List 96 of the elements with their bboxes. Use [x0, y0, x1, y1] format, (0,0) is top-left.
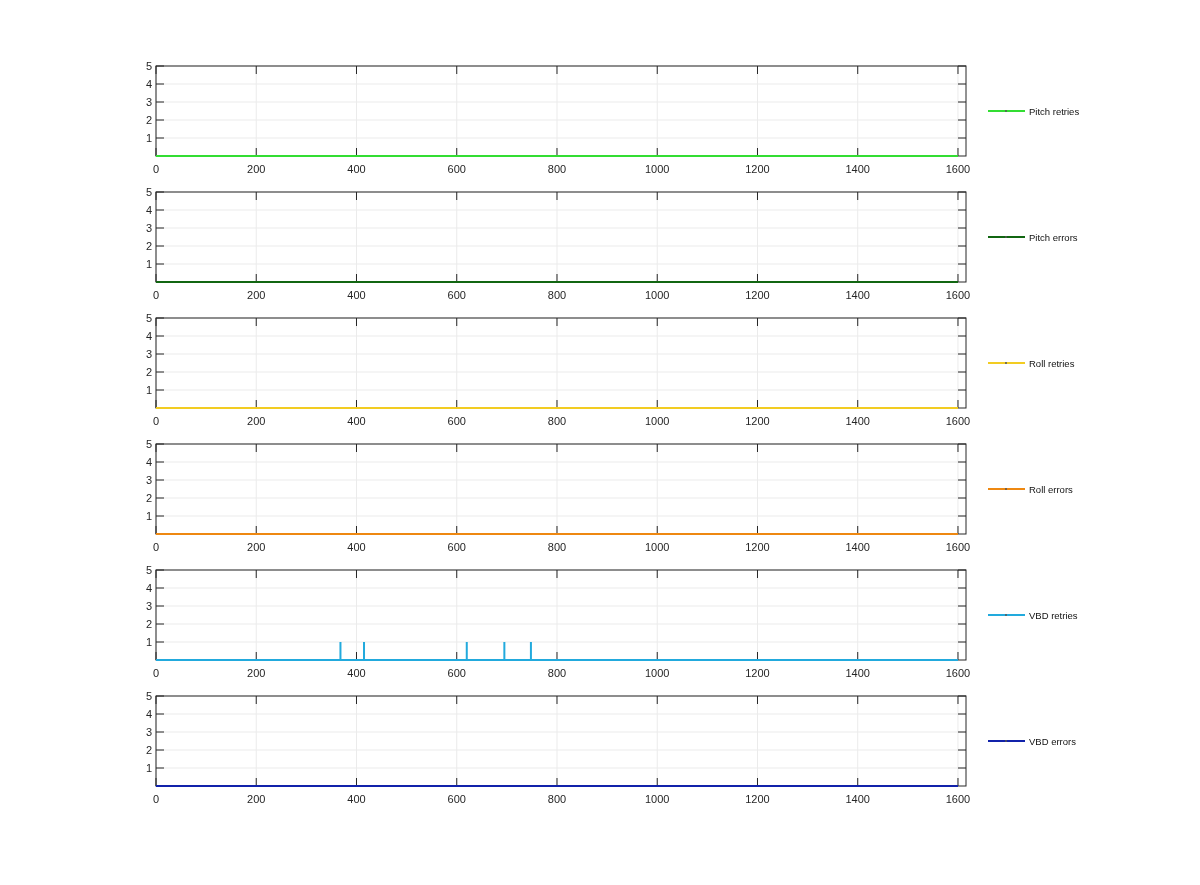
- tick-label: 1000: [645, 793, 670, 805]
- tick-label: 1200: [745, 289, 770, 301]
- tick-label: 3: [145, 348, 152, 360]
- tick-label: 1400: [845, 667, 870, 679]
- tick-label: 5: [145, 690, 152, 702]
- tick-label: 1600: [945, 415, 971, 427]
- tick-label: 1000: [645, 667, 670, 679]
- tick-label: 600: [447, 793, 466, 805]
- tick-label: 0: [152, 163, 160, 175]
- legend-line: [987, 740, 1026, 742]
- tick-label: 800: [547, 163, 567, 175]
- tick-label: 3: [145, 222, 152, 234]
- tick-label: 5: [145, 186, 152, 198]
- tick-label: 4: [145, 78, 152, 90]
- legend-line: [987, 488, 1026, 490]
- tick-label: 400: [347, 793, 366, 805]
- tick-label: 3: [145, 600, 152, 612]
- tick-label: 1200: [745, 163, 770, 175]
- tick-label: 1: [145, 384, 152, 396]
- tick-label: 1: [145, 258, 152, 270]
- tick-label: 1: [145, 510, 152, 522]
- tick-label: 3: [145, 96, 152, 108]
- tick-label: 4: [145, 204, 152, 216]
- legend-line: [987, 614, 1026, 616]
- tick-label: 600: [447, 667, 466, 679]
- legend-label: Roll errors: [1029, 484, 1073, 495]
- tick-label: 0: [152, 541, 160, 553]
- tick-label: 1: [145, 636, 152, 648]
- legend-label: VBD errors: [1029, 736, 1076, 747]
- legend-label: Pitch errors: [1029, 232, 1078, 243]
- tick-label: 1400: [845, 289, 870, 301]
- legend-line: [987, 362, 1026, 364]
- tick-label: 200: [247, 415, 266, 427]
- tick-label: 1600: [945, 667, 971, 679]
- tick-label: 1200: [745, 415, 770, 427]
- tick-label: 0: [152, 667, 160, 679]
- tick-label: 800: [547, 793, 567, 805]
- tick-label: 200: [247, 163, 266, 175]
- tick-label: 2: [145, 618, 152, 630]
- tick-label: 200: [247, 541, 266, 553]
- tick-label: 3: [145, 474, 152, 486]
- tick-label: 1200: [745, 793, 770, 805]
- tick-label: 800: [547, 415, 567, 427]
- tick-label: 1200: [745, 667, 770, 679]
- tick-label: 1000: [645, 541, 670, 553]
- tick-label: 800: [547, 541, 567, 553]
- tick-label: 1400: [845, 163, 870, 175]
- tick-label: 800: [547, 289, 567, 301]
- tick-label: 4: [145, 330, 152, 342]
- legend-label: VBD retries: [1029, 610, 1078, 621]
- tick-label: 600: [447, 289, 466, 301]
- tick-label: 1200: [745, 541, 770, 553]
- tick-label: 400: [347, 667, 366, 679]
- legend-line: [987, 110, 1026, 112]
- tick-label: 4: [145, 582, 152, 594]
- tick-label: 5: [145, 60, 152, 72]
- legend-label: Roll retries: [1029, 358, 1075, 369]
- tick-label: 3: [145, 726, 152, 738]
- tick-label: 1400: [845, 793, 870, 805]
- tick-label: 1600: [945, 163, 971, 175]
- tick-label: 1400: [845, 541, 870, 553]
- tick-label: 400: [347, 541, 366, 553]
- tick-label: 800: [547, 667, 567, 679]
- tick-label: 0: [152, 415, 160, 427]
- tick-label: 600: [447, 163, 466, 175]
- tick-label: 1: [145, 762, 152, 774]
- tick-label: 1600: [945, 541, 971, 553]
- legend-label: Pitch retries: [1029, 106, 1080, 117]
- tick-label: 2: [145, 366, 152, 378]
- tick-label: 1: [145, 132, 152, 144]
- tick-label: 400: [347, 163, 366, 175]
- tick-label: 1600: [945, 289, 971, 301]
- tick-label: 600: [447, 541, 466, 553]
- tick-label: 5: [145, 312, 152, 324]
- tick-label: 600: [447, 415, 466, 427]
- tick-label: 5: [145, 564, 152, 576]
- tick-label: 0: [152, 793, 160, 805]
- tick-label: 0: [152, 289, 160, 301]
- tick-label: 400: [347, 289, 366, 301]
- tick-label: 4: [145, 456, 152, 468]
- tick-label: 200: [247, 667, 266, 679]
- tick-label: 200: [247, 289, 266, 301]
- tick-label: 1400: [845, 415, 870, 427]
- tick-label: 1000: [645, 163, 670, 175]
- tick-label: 1000: [645, 415, 670, 427]
- tick-label: 200: [247, 793, 266, 805]
- tick-label: 2: [145, 114, 152, 126]
- tick-label: 2: [145, 240, 152, 252]
- tick-label: 4: [145, 708, 152, 720]
- tick-label: 1000: [645, 289, 670, 301]
- legend-line: [987, 236, 1026, 238]
- tick-label: 5: [145, 438, 152, 450]
- tick-label: 2: [145, 492, 152, 504]
- tick-label: 400: [347, 415, 366, 427]
- tick-label: 2: [145, 744, 152, 756]
- tick-label: 1600: [945, 793, 971, 805]
